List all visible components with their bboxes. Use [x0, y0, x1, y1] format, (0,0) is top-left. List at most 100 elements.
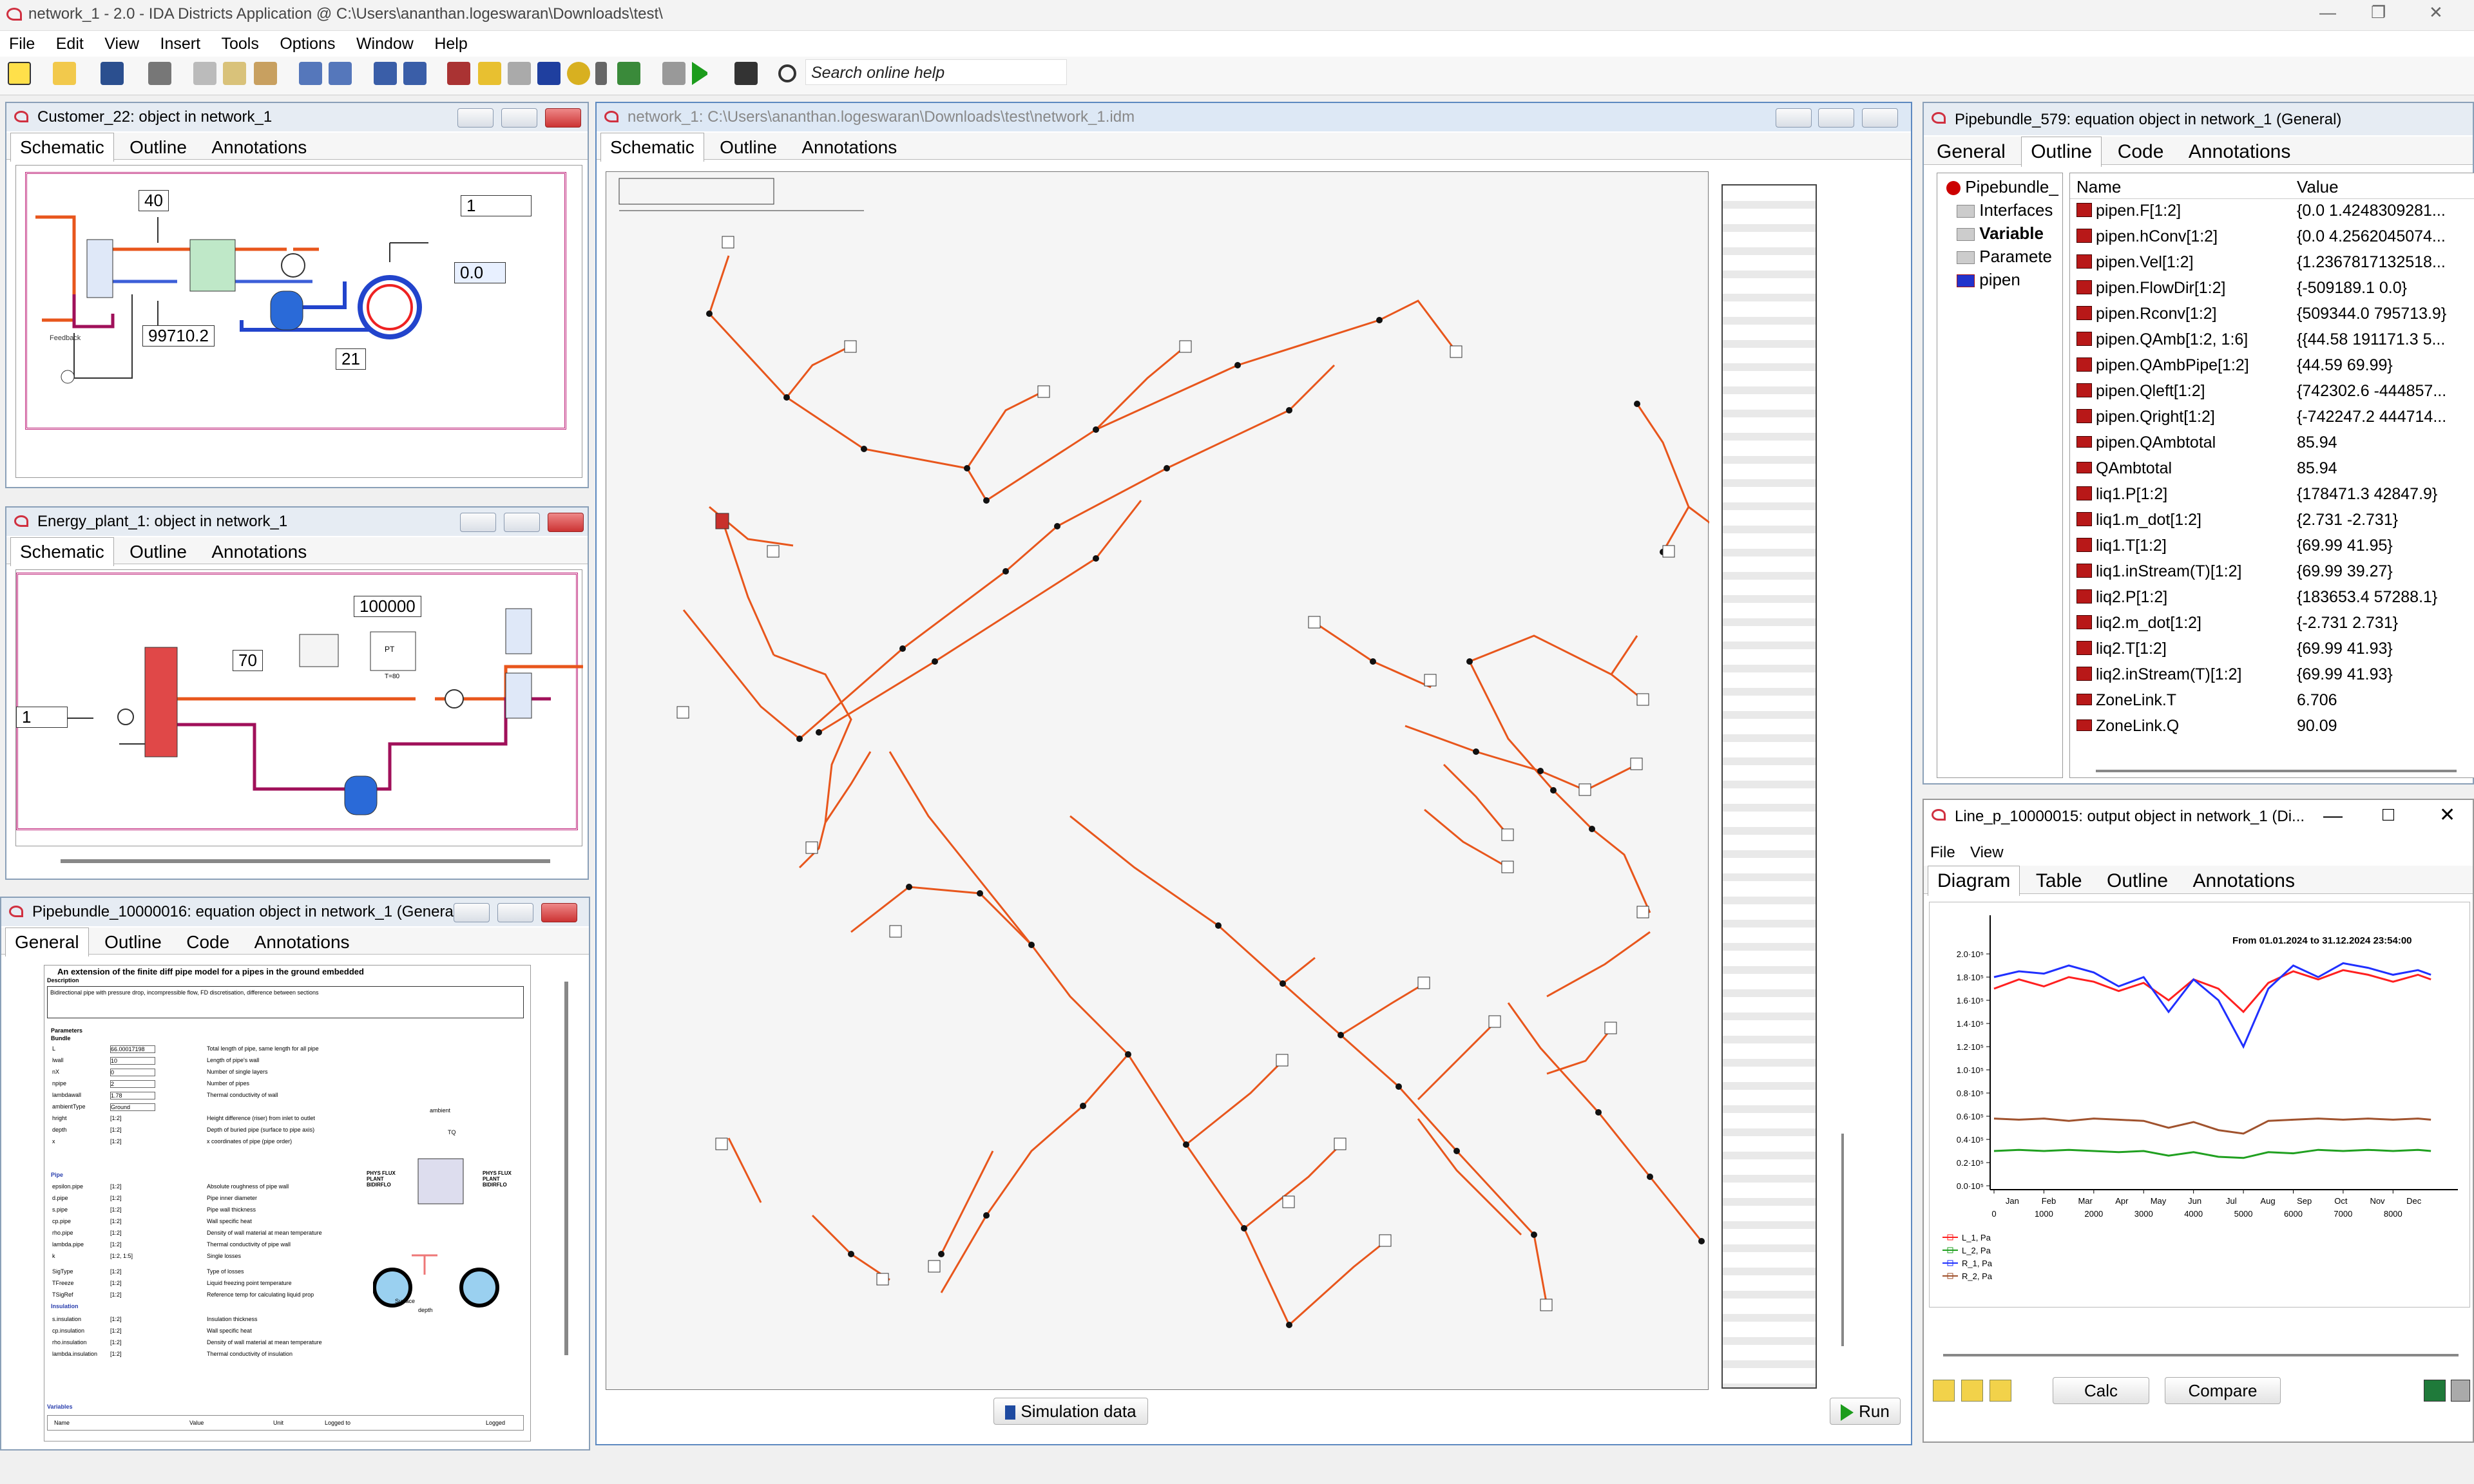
tab-schematic[interactable]: Schematic [10, 537, 114, 566]
close-button[interactable] [1862, 108, 1898, 128]
table-row[interactable]: liq1.inStream(T)[1:2] {69.99 39.27} [2070, 560, 2474, 585]
tab-annotations[interactable]: Annotations [792, 133, 906, 162]
energy-schematic-canvas[interactable]: 100000 70 1 PT T=80 [15, 569, 583, 846]
maximize-button[interactable] [1818, 108, 1854, 128]
up-down-icon[interactable] [1961, 1380, 1983, 1402]
close-icon[interactable]: ✕ [2439, 804, 2455, 826]
maximize-button[interactable] [504, 513, 540, 532]
open-folder-icon[interactable] [53, 62, 76, 85]
minimize-button[interactable] [457, 108, 494, 128]
network-canvas[interactable] [606, 171, 1709, 1390]
close-button[interactable] [541, 903, 577, 922]
value-box-70[interactable]: 70 [233, 650, 263, 671]
component-icon[interactable] [478, 62, 501, 85]
tab-code[interactable]: Code [2109, 137, 2173, 167]
table-row[interactable]: pipen.Qright[1:2] {-742247.2 444714... [2070, 405, 2474, 431]
tab-outline[interactable]: Outline [711, 133, 786, 162]
customer-schematic-canvas[interactable]: 40 1 0.0 99710.2 21 Feedback [15, 165, 582, 478]
table-row[interactable]: pipen.QAmbtotal 85.94 [2070, 431, 2474, 457]
table-row[interactable]: liq2.P[1:2] {183653.4 57288.1} [2070, 585, 2474, 611]
gear-icon[interactable] [567, 62, 590, 85]
maximize-icon[interactable]: ❐ [2371, 3, 2386, 23]
network-titlebar[interactable]: network_1: C:\Users\ananthan.logeswaran\… [597, 103, 1911, 131]
value-box-0-0[interactable]: 0.0 [454, 262, 506, 283]
table-row[interactable]: pipen.Qleft[1:2] {742302.6 -444857... [2070, 379, 2474, 405]
results-icon[interactable] [617, 62, 640, 85]
horizontal-scrollbar[interactable] [1943, 1354, 2459, 1356]
excel-export-icon[interactable] [2424, 1380, 2446, 1402]
paste-icon[interactable] [254, 62, 277, 85]
print-icon[interactable] [148, 62, 171, 85]
tab-schematic[interactable]: Schematic [10, 133, 114, 162]
variables-grid[interactable]: Name Value pipen.F[1:2] {0.0 1.4248309281… [2069, 173, 2474, 778]
menu-file[interactable]: File [1930, 844, 1955, 862]
search-icon[interactable] [778, 64, 796, 82]
table-row[interactable]: liq2.m_dot[1:2] {-2.731 2.731} [2070, 611, 2474, 637]
table-row[interactable]: pipen.QAmbPipe[1:2] {44.59 69.99} [2070, 354, 2474, 379]
table-row[interactable]: ZoneLink.T 6.706 [2070, 689, 2474, 714]
redo-icon[interactable] [329, 62, 352, 85]
minimize-icon[interactable]: — [2319, 3, 2336, 23]
table-row[interactable]: pipen.QAmb[1:2, 1:6] {{44.58 191171.3 5..… [2070, 328, 2474, 354]
tab-schematic[interactable]: Schematic [600, 133, 704, 162]
copy-icon[interactable] [223, 62, 246, 85]
param-lwall-field[interactable]: 10 [110, 1057, 155, 1065]
tab-table[interactable]: Table [2027, 866, 2091, 896]
table-row[interactable]: liq2.T[1:2] {69.99 41.93} [2070, 637, 2474, 663]
value-box-21[interactable]: 21 [336, 348, 366, 370]
menu-window[interactable]: Window [347, 31, 423, 53]
table-row[interactable]: QAmbtotal 85.94 [2070, 457, 2474, 482]
table-row[interactable]: ZoneLink.Q 90.09 [2070, 714, 2474, 740]
vertical-scrollbar[interactable] [1841, 1134, 1844, 1346]
tab-general[interactable]: General [5, 928, 89, 956]
menu-tools[interactable]: Tools [212, 31, 267, 53]
table-row[interactable]: pipen.FlowDir[1:2] {-509189.1 0.0} [2070, 276, 2474, 302]
col-value[interactable]: Value [2297, 177, 2339, 197]
tab-annotations[interactable]: Annotations [245, 928, 359, 956]
tab-code[interactable]: Code [177, 928, 238, 956]
checklist-icon[interactable] [662, 62, 686, 85]
value-box-40[interactable]: 40 [139, 190, 169, 211]
last-icon[interactable] [1990, 1380, 2011, 1402]
value-box-99710[interactable]: 99710.2 [142, 325, 215, 347]
tree-item-pipen[interactable]: pipen [1957, 270, 2020, 290]
maximize-icon[interactable]: □ [2383, 804, 2394, 826]
vertical-scrollbar[interactable] [564, 982, 568, 1355]
compare-button[interactable]: Compare [2165, 1377, 2281, 1404]
tab-annotations[interactable]: Annotations [202, 133, 316, 162]
tab-annotations[interactable]: Annotations [2180, 137, 2299, 167]
tab-general[interactable]: General [1928, 137, 2015, 167]
network-icon[interactable] [447, 62, 470, 85]
param-lambdawall-field[interactable]: 1.78 [110, 1092, 155, 1099]
tab-outline[interactable]: Outline [2098, 866, 2177, 896]
chevron-down-icon[interactable] [595, 62, 607, 85]
minimize-button[interactable] [454, 903, 490, 922]
tab-outline[interactable]: Outline [2021, 137, 2102, 167]
close-icon[interactable]: ✕ [2429, 3, 2443, 23]
table-row[interactable]: pipen.F[1:2] {0.0 1.4248309281... [2070, 199, 2474, 225]
menu-file[interactable]: File [0, 31, 44, 53]
simulation-data-button[interactable]: Simulation data [993, 1398, 1148, 1425]
menu-options[interactable]: Options [271, 31, 344, 53]
tree-item-parameters[interactable]: Paramete [1957, 247, 2052, 267]
value-box-1[interactable]: 1 [16, 707, 68, 728]
chart-area[interactable]: From 01.01.2024 to 31.12.2024 23:54:00 0… [1929, 902, 2470, 1308]
edit-icon[interactable] [508, 62, 531, 85]
minimize-icon[interactable]: — [2323, 805, 2343, 827]
param-ambienttype-field[interactable]: Ground [110, 1103, 155, 1111]
menu-view[interactable]: View [1970, 844, 2004, 862]
library-icon[interactable] [537, 62, 561, 85]
close-button[interactable] [545, 108, 581, 128]
horizontal-scrollbar[interactable] [2096, 770, 2457, 772]
param-nx-field[interactable]: 0 [110, 1069, 155, 1076]
tab-diagram[interactable]: Diagram [1928, 866, 2020, 896]
copy-icon[interactable] [2451, 1380, 2470, 1402]
layout-icon[interactable] [374, 62, 397, 85]
pipebundle-579-titlebar[interactable]: Pipebundle_579: equation object in netwo… [1924, 103, 2473, 135]
maximize-button[interactable] [497, 903, 533, 922]
minimize-button[interactable] [1776, 108, 1812, 128]
save-icon[interactable] [101, 62, 124, 85]
menu-edit[interactable]: Edit [47, 31, 93, 53]
tab-annotations[interactable]: Annotations [2184, 866, 2304, 896]
menu-help[interactable]: Help [425, 31, 476, 53]
